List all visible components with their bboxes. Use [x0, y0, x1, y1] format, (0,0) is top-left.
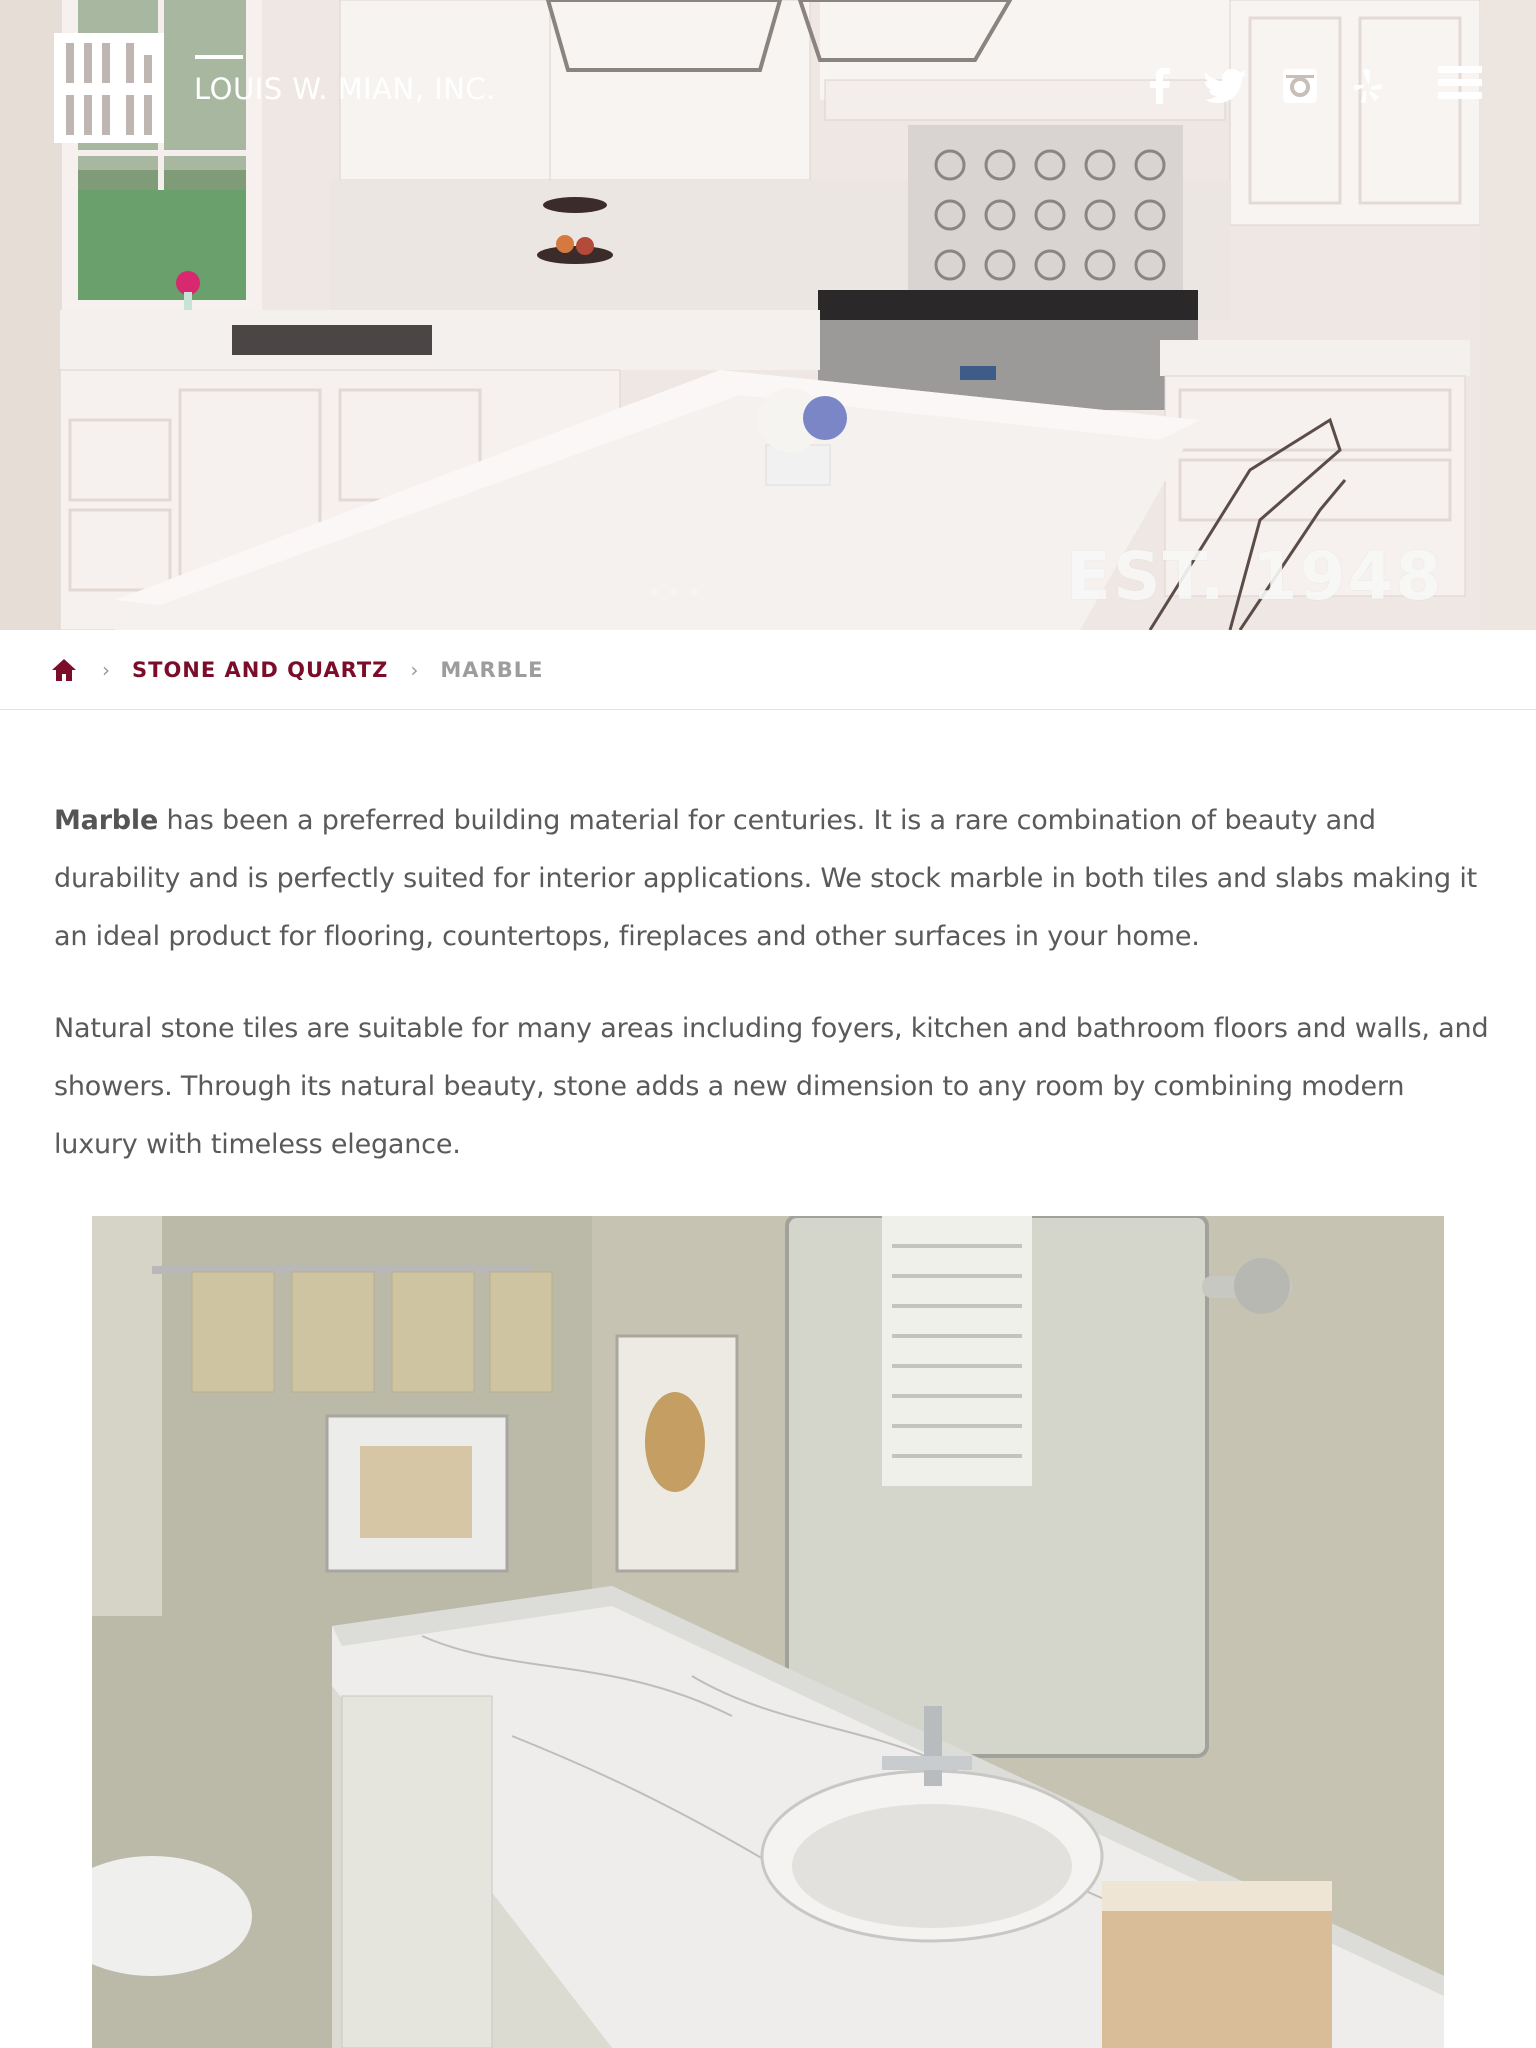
facebook-icon[interactable] [1138, 64, 1182, 108]
main-content: Marble has been a preferred building mat… [54, 792, 1494, 1174]
hero-banner: LOUIS W. MIAN, INC. EST. 1948 [0, 0, 1536, 630]
slider-dot[interactable] [650, 588, 658, 596]
chevron-right-icon: › [410, 657, 419, 682]
breadcrumb: › STONE AND QUARTZ › MARBLE [0, 630, 1536, 710]
instagram-icon[interactable] [1278, 64, 1322, 108]
marble-lead-word: Marble [54, 805, 159, 836]
twitter-icon[interactable] [1204, 64, 1248, 108]
bathroom-marble-vanity-image [92, 1216, 1444, 2048]
intro-paragraph: Marble has been a preferred building mat… [54, 792, 1494, 966]
home-icon[interactable] [52, 656, 80, 684]
breadcrumb-current-marble: MARBLE [440, 657, 544, 682]
breadcrumb-stone-and-quartz[interactable]: STONE AND QUARTZ [132, 658, 388, 682]
brand-name[interactable]: LOUIS W. MIAN, INC. [194, 72, 496, 106]
intro-paragraph-text: has been a preferred building material f… [54, 805, 1478, 952]
slider-dot[interactable] [670, 588, 678, 596]
mian-logo[interactable] [54, 33, 164, 143]
chevron-right-icon: › [102, 657, 110, 682]
logo-divider [195, 55, 243, 59]
slider-dots [650, 588, 698, 596]
slider-dot[interactable] [690, 588, 698, 596]
established-badge: EST. 1948 [1066, 538, 1444, 615]
natural-stone-paragraph: Natural stone tiles are suitable for man… [54, 1013, 1489, 1160]
yelp-icon[interactable] [1346, 64, 1390, 108]
hamburger-menu-icon[interactable] [1438, 66, 1486, 106]
